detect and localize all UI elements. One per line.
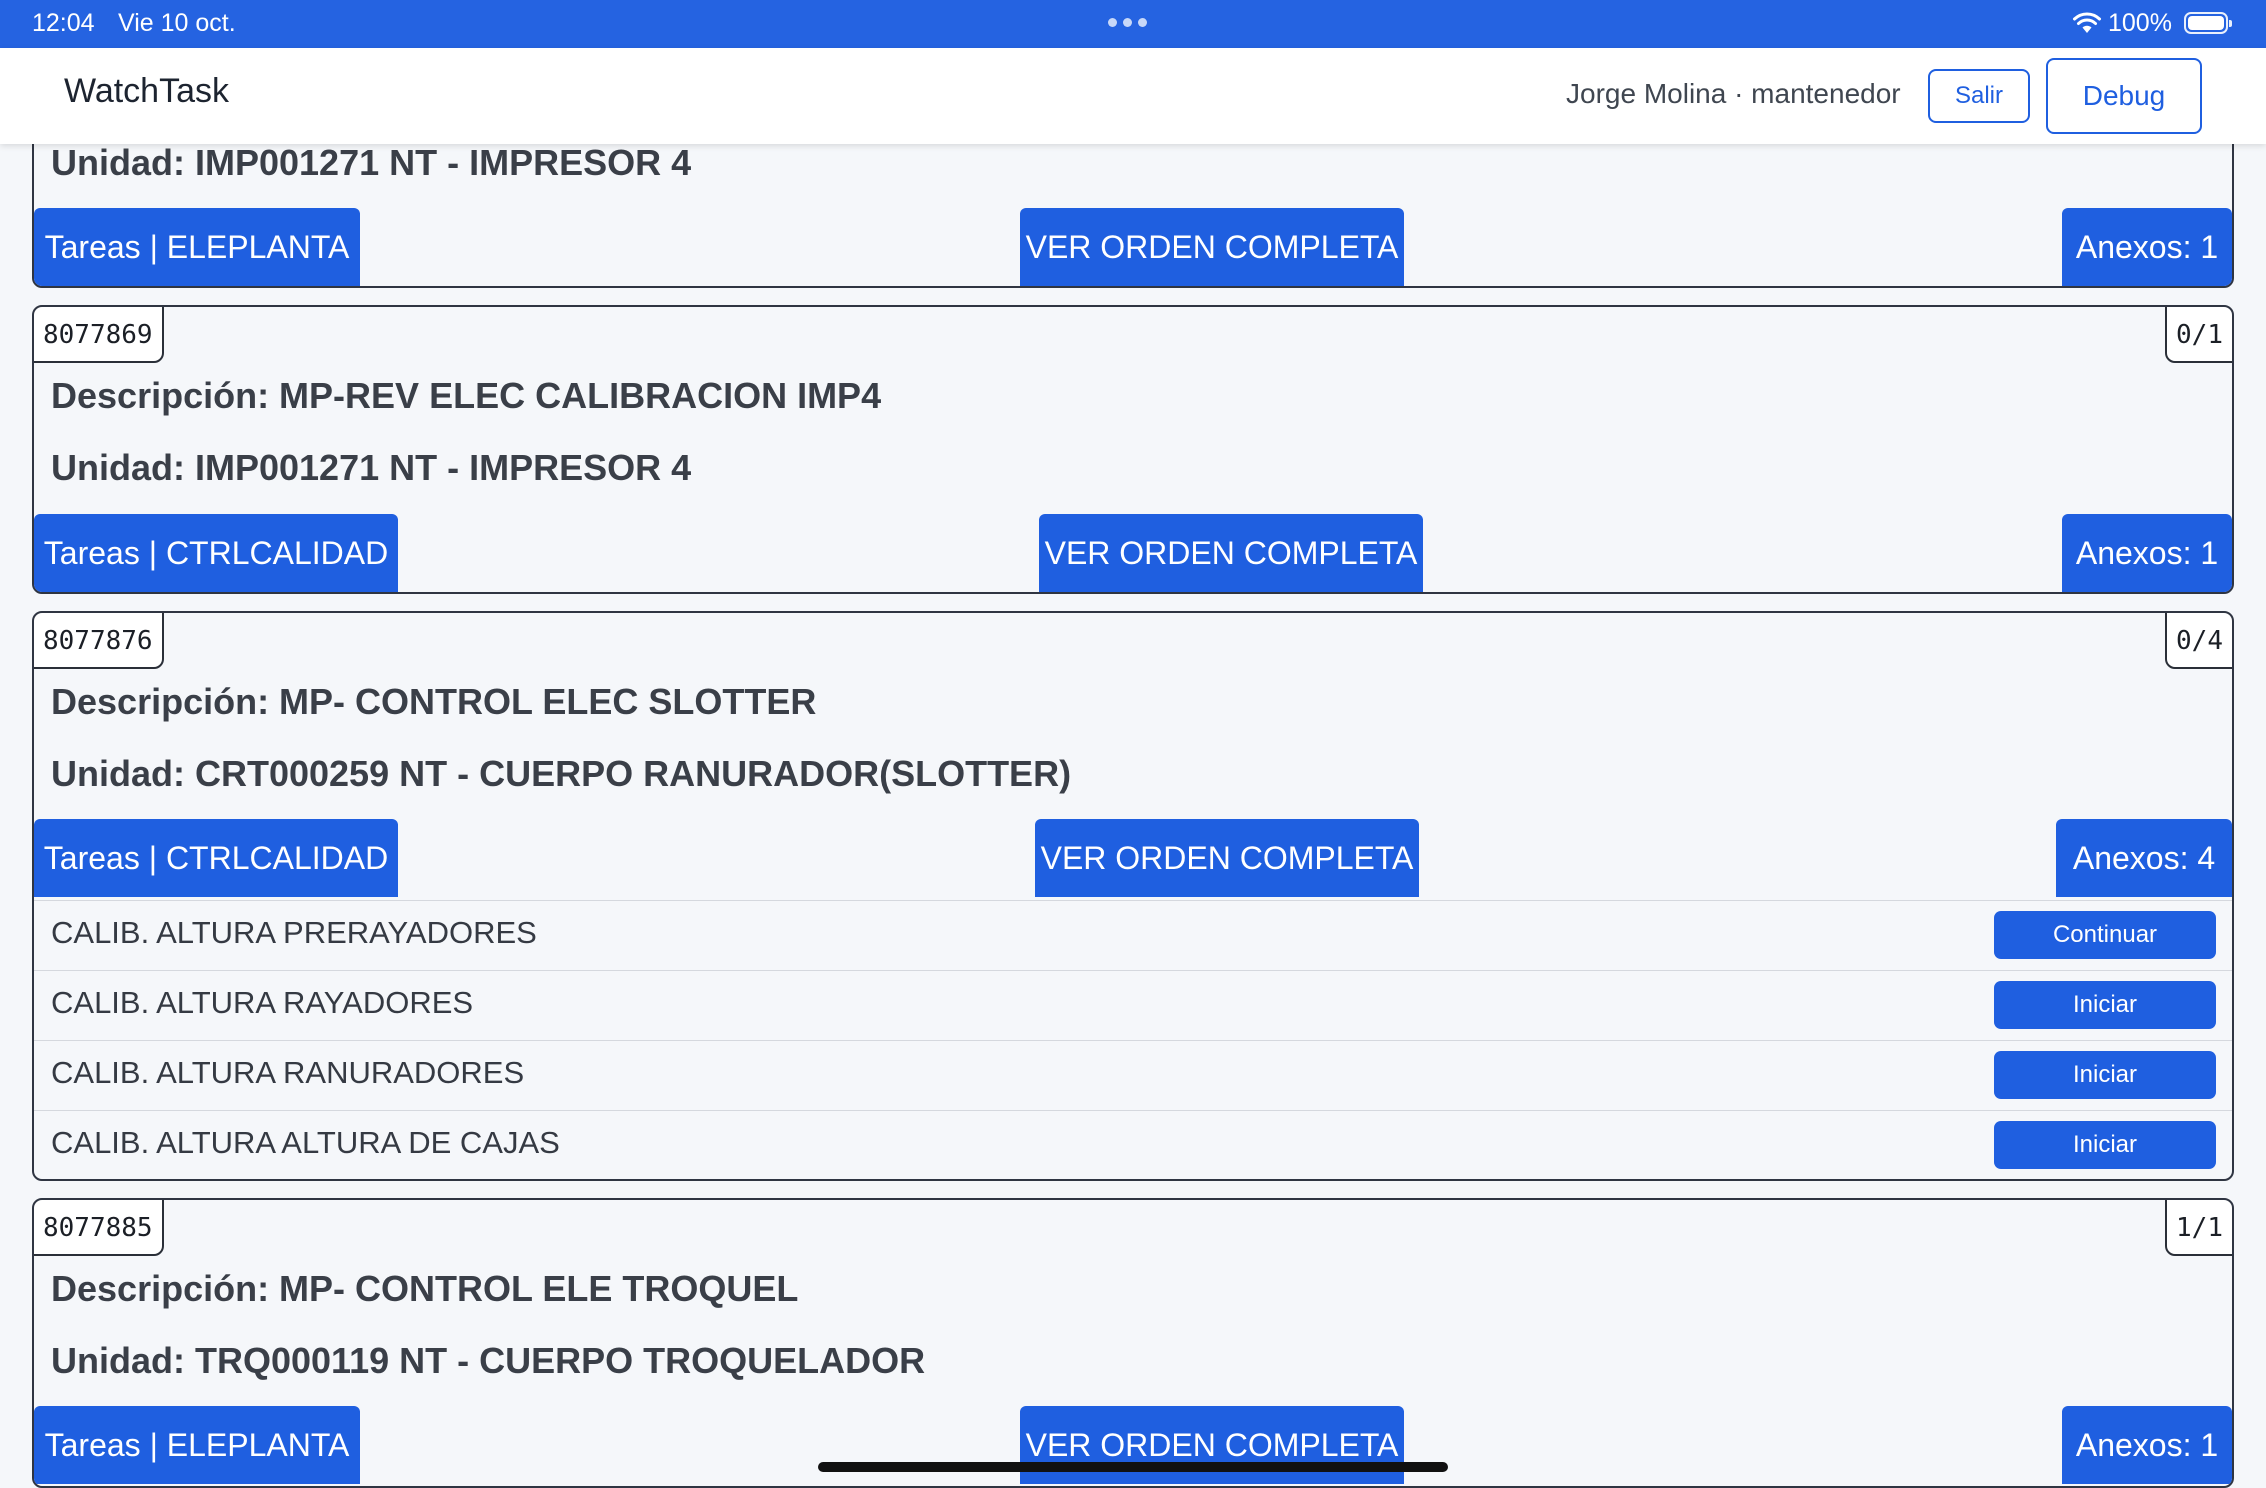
view-order-button[interactable]: VER ORDEN COMPLETA (1020, 208, 1404, 286)
status-date: Vie 10 oct. (118, 9, 236, 37)
start-task-button[interactable]: Iniciar (1994, 1051, 2216, 1099)
task-list: CALIB. ALTURA PRERAYADORES Continuar CAL… (34, 900, 2232, 1179)
task-count-badge: 1/1 (2165, 1200, 2232, 1256)
app-header: WatchTask Jorge Molina · mantenedor Sali… (0, 48, 2266, 144)
tasks-tab-button[interactable]: Tareas | ELEPLANTA (34, 1406, 360, 1484)
home-indicator[interactable] (818, 1462, 1448, 1472)
start-task-button[interactable]: Iniciar (1994, 1121, 2216, 1169)
wifi-icon (2073, 12, 2101, 33)
order-description: Descripción: MP-REV ELEC CALIBRACION IMP… (51, 375, 882, 416)
task-count-badge: 0/1 (2165, 307, 2232, 363)
annexes-button[interactable]: Anexos: 1 (2062, 1406, 2232, 1484)
view-order-button[interactable]: VER ORDEN COMPLETA (1035, 819, 1419, 897)
task-name: CALIB. ALTURA RANURADORES (51, 1055, 525, 1090)
continue-task-button[interactable]: Continuar (1994, 911, 2216, 959)
tasks-tab-button[interactable]: Tareas | CTRLCALIDAD (34, 819, 398, 897)
order-unit: Unidad: CRT000259 NT - CUERPO RANURADOR(… (51, 753, 1072, 794)
view-order-button[interactable]: VER ORDEN COMPLETA (1039, 514, 1423, 592)
order-id-badge: 8077885 (34, 1200, 164, 1256)
multitask-dots-icon[interactable] (1108, 18, 1147, 27)
task-name: CALIB. ALTURA PRERAYADORES (51, 915, 537, 950)
debug-button[interactable]: Debug (2046, 58, 2202, 134)
task-count-badge: 0/4 (2165, 613, 2232, 669)
order-card: 8077876 0/4 Descripción: MP- CONTROL ELE… (32, 611, 2234, 1181)
app-title: WatchTask (64, 72, 230, 110)
task-name: CALIB. ALTURA RAYADORES (51, 985, 474, 1020)
order-unit: Unidad: IMP001271 NT - IMPRESOR 4 (51, 142, 692, 183)
order-id-badge: 8077876 (34, 613, 164, 669)
start-task-button[interactable]: Iniciar (1994, 981, 2216, 1029)
order-description: Descripción: MP- CONTROL ELEC SLOTTER (51, 681, 817, 722)
order-unit: Unidad: IMP001271 NT - IMPRESOR 4 (51, 447, 692, 488)
annexes-button[interactable]: Anexos: 1 (2062, 514, 2232, 592)
task-name: CALIB. ALTURA ALTURA DE CAJAS (51, 1125, 560, 1160)
tasks-tab-button[interactable]: Tareas | CTRLCALIDAD (34, 514, 398, 592)
order-card: 8077885 1/1 Descripción: MP- CONTROL ELE… (32, 1198, 2234, 1488)
battery-percent: 100% (2108, 9, 2172, 37)
order-id-badge: 8077869 (34, 307, 164, 363)
view-order-button[interactable]: VER ORDEN COMPLETA (1020, 1406, 1404, 1484)
task-row: CALIB. ALTURA RAYADORES Iniciar (34, 970, 2232, 1040)
logout-button[interactable]: Salir (1928, 69, 2030, 123)
user-label: Jorge Molina · mantenedor (1566, 78, 1901, 109)
annexes-button[interactable]: Anexos: 1 (2062, 208, 2232, 286)
task-row: CALIB. ALTURA ALTURA DE CAJAS Iniciar (34, 1110, 2232, 1179)
battery-icon (2184, 12, 2232, 34)
task-row: CALIB. ALTURA PRERAYADORES Continuar (34, 900, 2232, 970)
status-time: 12:04 (32, 9, 95, 37)
order-card: 8077869 0/1 Descripción: MP-REV ELEC CAL… (32, 305, 2234, 594)
task-row: CALIB. ALTURA RANURADORES Iniciar (34, 1040, 2232, 1110)
annexes-button[interactable]: Anexos: 4 (2056, 819, 2232, 897)
status-bar: 12:04 Vie 10 oct. 100% (0, 0, 2266, 48)
order-description: Descripción: MP- CONTROL ELE TROQUEL (51, 1268, 799, 1309)
tasks-tab-button[interactable]: Tareas | ELEPLANTA (34, 208, 360, 286)
order-unit: Unidad: TRQ000119 NT - CUERPO TROQUELADO… (51, 1340, 926, 1381)
